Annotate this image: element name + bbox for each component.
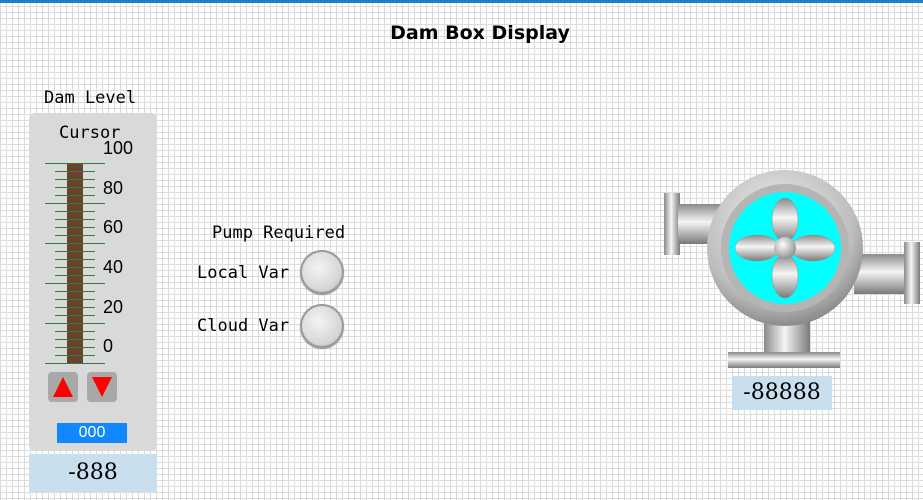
cursor-value-display: 000: [57, 423, 127, 443]
gauge-tick: [55, 179, 95, 180]
gauge-tick: [55, 211, 95, 212]
arrow-up-icon: [53, 377, 73, 397]
dam-level-panel: Cursor 100 80 60 40 20 0 000: [29, 113, 157, 451]
gauge-tick: [55, 259, 95, 260]
scale-label-40: 40: [103, 257, 124, 277]
gauge-tick: [45, 363, 105, 364]
gauge-tick: [55, 355, 95, 356]
scale-label-0: 0: [103, 336, 114, 356]
gauge-tick: [55, 299, 95, 300]
scale-label-20: 20: [103, 297, 124, 317]
scale-label-80: 80: [103, 178, 124, 198]
gauge-tick: [55, 307, 95, 308]
gauge-tick: [55, 171, 95, 172]
cursor-up-button[interactable]: [48, 372, 78, 402]
gauge-tick: [55, 235, 95, 236]
local-var-label: Local Var: [197, 263, 290, 283]
gauge-tick: [55, 347, 95, 348]
window-top-bar: [0, 0, 923, 3]
gauge-tick: [55, 291, 95, 292]
dam-level-gauge[interactable]: [45, 159, 109, 364]
gauge-tick: [55, 219, 95, 220]
dam-level-readout: -888: [29, 454, 157, 492]
gauge-tick: [55, 187, 95, 188]
gauge-tick: [45, 283, 105, 284]
gauge-tick: [55, 331, 95, 332]
dam-level-label: Dam Level: [44, 88, 137, 108]
gauge-tick: [45, 203, 105, 204]
scale-label-100: 100: [103, 138, 134, 158]
gauge-tick: [55, 315, 95, 316]
pump-required-label: Pump Required: [212, 223, 346, 243]
gauge-tick: [55, 267, 95, 268]
page-title: Dam Box Display: [390, 22, 570, 44]
pump-readout: -88888: [732, 376, 832, 410]
gauge-tick: [45, 163, 105, 164]
gauge-tick: [55, 227, 95, 228]
cursor-down-button[interactable]: [87, 372, 117, 402]
gauge-tick: [55, 275, 95, 276]
scale-label-60: 60: [103, 217, 124, 237]
dam-level-bar: [67, 163, 83, 363]
gauge-tick: [55, 195, 95, 196]
gauge-tick: [55, 339, 95, 340]
gauge-tick: [45, 243, 105, 244]
centrifugal-pump-icon: [664, 170, 920, 368]
gauge-tick: [55, 251, 95, 252]
cloud-var-indicator: [300, 304, 344, 348]
arrow-down-icon: [92, 377, 112, 397]
local-var-indicator: [300, 250, 344, 294]
gauge-tick: [45, 323, 105, 324]
cloud-var-label: Cloud Var: [197, 316, 290, 336]
